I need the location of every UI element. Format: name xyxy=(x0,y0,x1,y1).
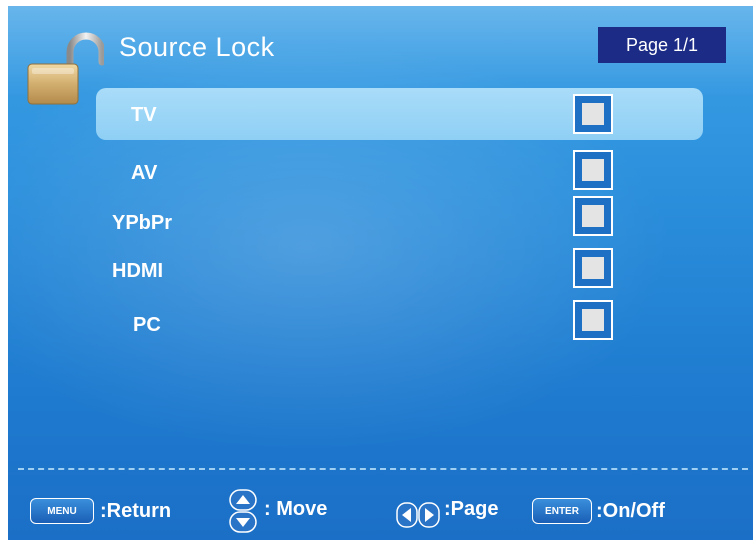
page-hint: :Page xyxy=(444,498,499,520)
lock-checkbox-hdmi[interactable] xyxy=(573,248,613,288)
source-label-tv: TV xyxy=(131,104,157,126)
source-lock-screen: Source Lock Page 1/1 TV AV YPbPr HDMI PC… xyxy=(8,6,753,540)
page-indicator: Page 1/1 xyxy=(598,27,726,63)
source-row-av[interactable]: AV xyxy=(96,146,703,198)
lock-checkbox-av[interactable] xyxy=(573,150,613,190)
footer-divider xyxy=(18,468,748,470)
lock-checkbox-ypbpr[interactable] xyxy=(573,196,613,236)
padlock-icon xyxy=(27,32,104,105)
move-hint: : Move xyxy=(264,498,328,520)
return-hint: :Return xyxy=(100,500,172,522)
up-down-arrows-icon xyxy=(229,489,257,533)
source-row-ypbpr[interactable]: YPbPr xyxy=(96,196,703,248)
source-label-av: AV xyxy=(131,162,158,184)
on-off-hint: :On/Off xyxy=(596,500,665,522)
source-row-pc[interactable]: PC xyxy=(96,300,703,352)
source-row-hdmi[interactable]: HDMI xyxy=(96,248,703,300)
page-title: Source Lock xyxy=(119,32,275,62)
menu-key-icon: MENU xyxy=(30,498,94,524)
source-row-tv[interactable]: TV xyxy=(96,88,703,140)
source-label-pc: PC xyxy=(133,314,161,336)
lock-checkbox-pc[interactable] xyxy=(573,300,613,340)
source-label-hdmi: HDMI xyxy=(112,260,164,282)
source-label-ypbpr: YPbPr xyxy=(112,212,173,234)
lock-checkbox-tv[interactable] xyxy=(573,94,613,134)
left-right-arrows-icon xyxy=(396,502,440,528)
enter-key-icon: ENTER xyxy=(532,498,592,524)
